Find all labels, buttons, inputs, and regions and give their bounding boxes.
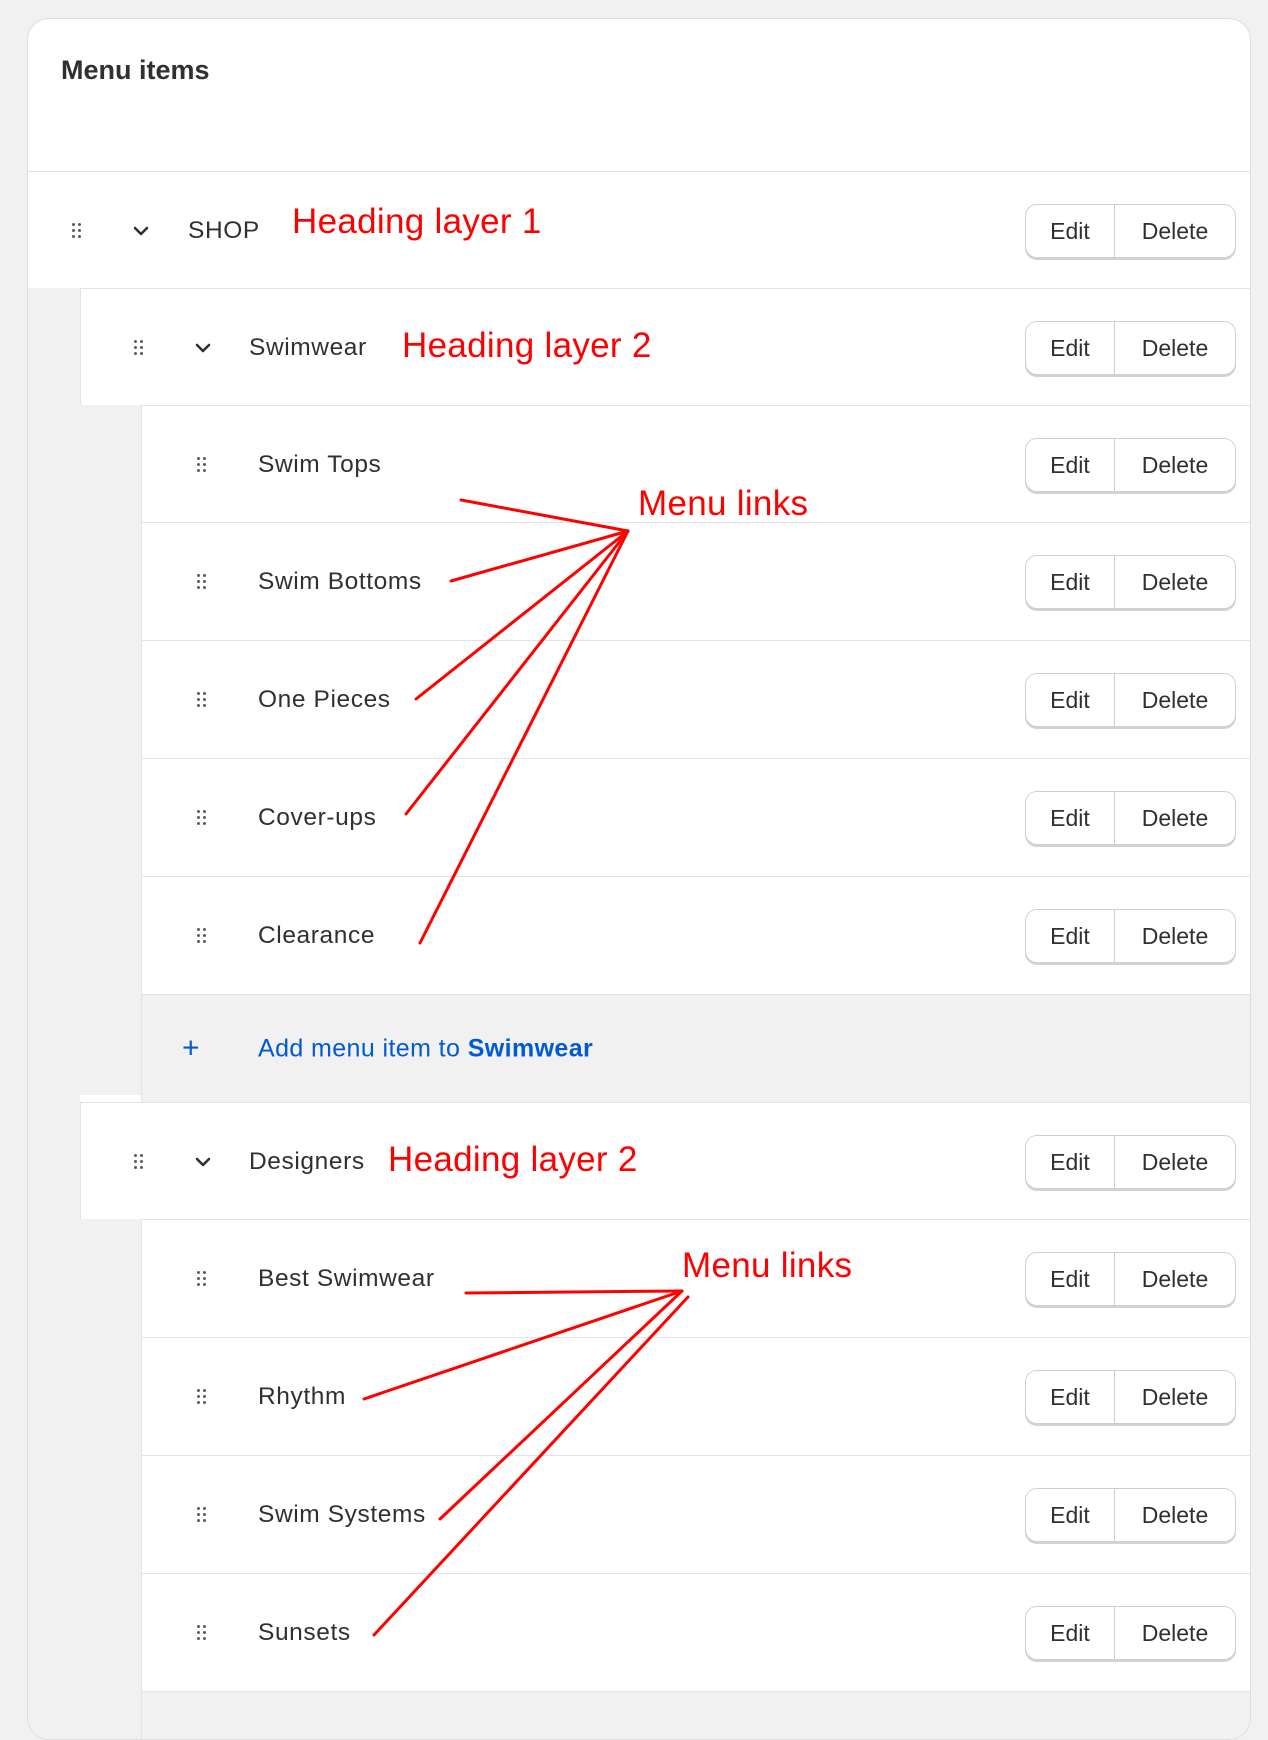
annotation-arrow-line bbox=[418, 529, 630, 945]
annotation-arrow-line bbox=[459, 498, 630, 533]
annotation-arrow-line bbox=[464, 1289, 684, 1295]
annotation-arrow-line bbox=[438, 1289, 684, 1521]
annotation-arrows bbox=[362, 498, 690, 1637]
annotation-arrow-line bbox=[449, 529, 630, 583]
annotation-arrow-line bbox=[372, 1295, 690, 1637]
annotation-arrow-line bbox=[404, 529, 630, 816]
annotation-arrow-line bbox=[362, 1289, 684, 1401]
annotation-arrow-line bbox=[414, 529, 630, 701]
